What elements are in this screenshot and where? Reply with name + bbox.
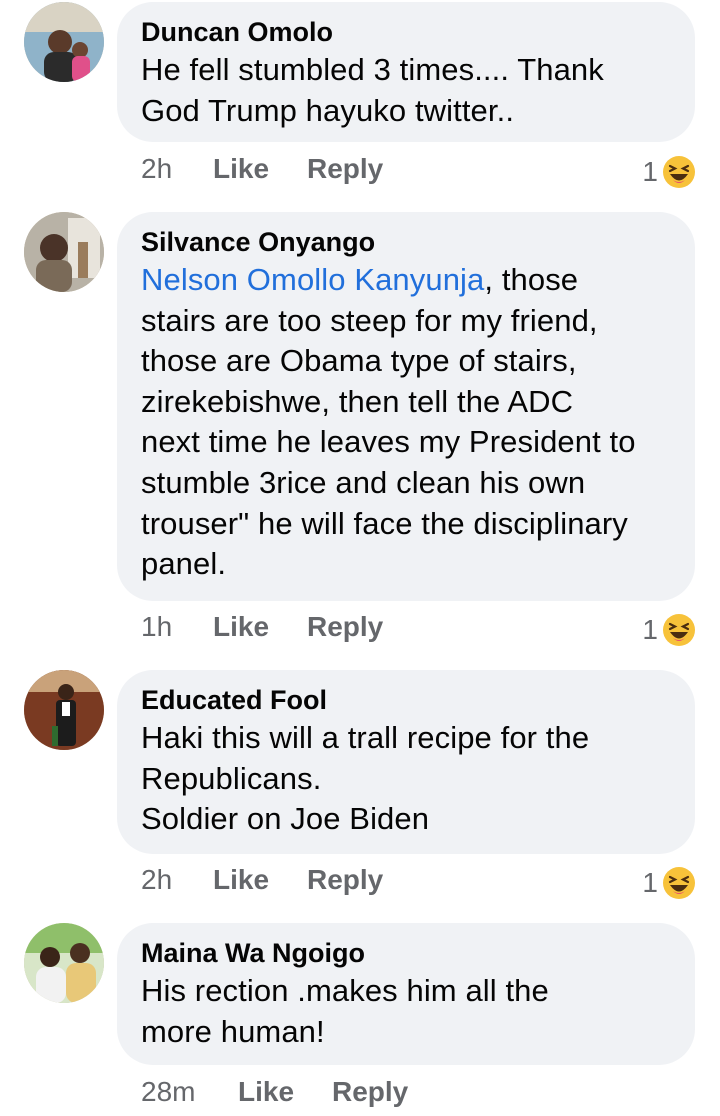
- comment-bubble: Educated Fool Haki this will a trall rec…: [117, 670, 695, 854]
- reply-button[interactable]: Reply: [307, 611, 383, 643]
- user-mention-link[interactable]: Nelson Omollo Kanyunja: [141, 262, 484, 297]
- reaction-count: 1: [642, 156, 658, 187]
- avatar[interactable]: [24, 923, 104, 1003]
- comment-author[interactable]: Duncan Omolo: [141, 16, 671, 48]
- avatar[interactable]: [24, 212, 104, 292]
- haha-emoji-icon: [663, 867, 695, 899]
- comment-body: , those stairs are too steep for my frie…: [141, 262, 636, 582]
- comment-timestamp[interactable]: 2h: [141, 864, 172, 896]
- avatar[interactable]: [24, 2, 104, 82]
- comment-timestamp[interactable]: 2h: [141, 153, 172, 185]
- like-button[interactable]: Like: [213, 611, 269, 643]
- reply-button[interactable]: Reply: [307, 153, 383, 185]
- comment-text: His rection .makes him all the more huma…: [141, 973, 549, 1049]
- reaction-summary[interactable]: 1: [642, 152, 696, 192]
- like-button[interactable]: Like: [213, 153, 269, 185]
- comment-author[interactable]: Silvance Onyango: [141, 226, 671, 258]
- comment-bubble: Maina Wa Ngoigo His rection .makes him a…: [117, 923, 695, 1065]
- comment-text: Haki this will a trall recipe for the Re…: [141, 720, 590, 837]
- profile-photo-icon: [24, 923, 104, 1003]
- profile-photo-icon: [24, 212, 104, 292]
- profile-photo-icon: [24, 2, 104, 82]
- profile-photo-icon: [24, 670, 104, 750]
- comment-text: He fell stumbled 3 times.... Thank God T…: [141, 52, 604, 128]
- reaction-count: 1: [642, 614, 658, 645]
- comment-bubble: Duncan Omolo He fell stumbled 3 times...…: [117, 2, 695, 142]
- reaction-count: 1: [642, 867, 658, 898]
- reply-button[interactable]: Reply: [332, 1076, 408, 1108]
- like-button[interactable]: Like: [238, 1076, 294, 1108]
- reaction-summary[interactable]: 1: [642, 610, 696, 650]
- avatar[interactable]: [24, 670, 104, 750]
- comment-text: Nelson Omollo Kanyunja, those stairs are…: [141, 260, 671, 585]
- comment-timestamp[interactable]: 28m: [141, 1076, 195, 1108]
- like-button[interactable]: Like: [213, 864, 269, 896]
- comment-timestamp[interactable]: 1h: [141, 611, 172, 643]
- comment-bubble: Silvance Onyango Nelson Omollo Kanyunja,…: [117, 212, 695, 601]
- comment-author[interactable]: Educated Fool: [141, 684, 671, 716]
- haha-emoji-icon: [663, 156, 695, 188]
- reply-button[interactable]: Reply: [307, 864, 383, 896]
- haha-emoji-icon: [663, 614, 695, 646]
- comment-author[interactable]: Maina Wa Ngoigo: [141, 937, 671, 969]
- reaction-summary[interactable]: 1: [642, 863, 696, 903]
